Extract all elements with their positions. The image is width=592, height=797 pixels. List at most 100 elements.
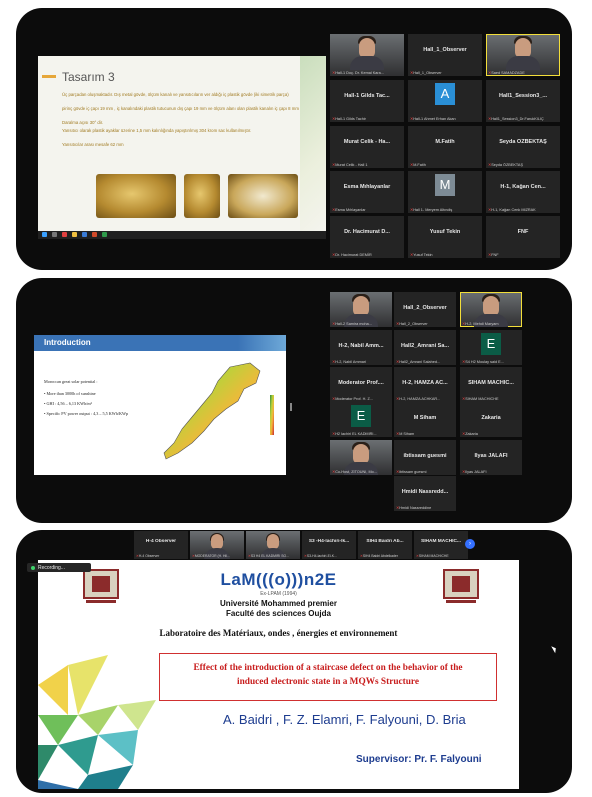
participant-tile[interactable]: Zakaria Zakaria: [460, 402, 522, 437]
participant-label: Seyda ÖZBEKTAŞ: [488, 162, 523, 167]
participant-name: Zakaria: [481, 415, 501, 421]
participant-video: [353, 296, 369, 316]
participant-tile[interactable]: Hall_1_Observer Hall_1_Observer: [408, 34, 482, 76]
avatar: E: [351, 405, 371, 427]
participant-name: Hall2_Amrani Sa...: [401, 343, 449, 349]
participant-tile[interactable]: Murat Celik - Ha... Murat Celik - Hall 1: [330, 126, 404, 168]
participant-label: Co-Host, ZITOUNI, Mo...: [332, 469, 377, 474]
morocco-solar-map: [163, 362, 274, 460]
avatar: M: [435, 174, 455, 196]
participant-tile[interactable]: FNF FNF: [486, 216, 560, 258]
participant-tile[interactable]: Dr. Hacimurat D... Dr. Hacimurat DEMİR: [330, 216, 404, 258]
participant-label: SIH4 Baidri Abdelkader: [360, 554, 398, 558]
participant-name: SIHAM MACHIC...: [421, 539, 461, 544]
map-legend-bar: [270, 395, 274, 435]
participant-name: H-2, HAMZA AC...: [402, 380, 448, 386]
folder-icon[interactable]: [72, 232, 77, 237]
participant-tile[interactable]: A Hall-1 Ahmet Erhan Akan: [408, 80, 482, 122]
app-icon[interactable]: [102, 232, 107, 237]
participant-tile[interactable]: H-2, Mehdi Maryam: [460, 292, 522, 327]
participant-label: M.Fatih: [410, 162, 426, 167]
participant-label: Hmidi Nassreddine: [396, 505, 431, 510]
shared-slide-introduction: Introduction Moroccan great solar potent…: [34, 335, 286, 475]
zoom-window-hall-2: Introduction Moroccan great solar potent…: [16, 278, 572, 523]
participant-tile[interactable]: Hmidi Nassredd... Hmidi Nassreddine: [394, 476, 456, 511]
participant-name: Hall_1_Observer: [423, 47, 467, 53]
participant-tile[interactable]: E S4 H2 Moulay said E...: [460, 330, 522, 365]
participant-label: Hall1_Session3_Dr.FarukKILIÇ: [488, 116, 544, 121]
participant-tile[interactable]: Moderator Prof.... Moderator Prof. H. Z..…: [330, 367, 392, 402]
zoom-window-hall-4: H-4 Observer H-4 Observer MODERATOR (H. Hi…: [16, 530, 572, 793]
participant-tile[interactable]: SIHAM MACHIC... SIHAM MACHICHE: [414, 531, 468, 559]
participant-tile[interactable]: S3 H4 EL KADMIRI SO...: [246, 531, 300, 559]
participant-tile[interactable]: Hall2_Amrani Sa... Hall2_Amrani Salahed..…: [394, 330, 456, 365]
participant-tile[interactable]: Hall1_Session3_... Hall1_Session3_Dr.Faru…: [486, 80, 560, 122]
lab-logo: LaM(((o)))n2E: [220, 570, 337, 589]
participant-label: Moderator Prof. H. Z...: [332, 396, 373, 401]
participant-tile[interactable]: ibtissam guesmi ibtissam guesmi: [394, 440, 456, 475]
participant-tile[interactable]: Hall_2_Observer Hall_2_Observer: [394, 292, 456, 327]
participant-tile[interactable]: H-4 Observer H-4 Observer: [134, 531, 188, 559]
search-icon[interactable]: [52, 232, 57, 237]
participant-name: Ilyas JALAFI: [474, 453, 508, 459]
participant-tile[interactable]: E H2 lachiri EL KADMIRI...: [330, 402, 392, 437]
participant-tile[interactable]: H-1, Kağan Cen... H-1, Kağan Cenk MIZRAK: [486, 171, 560, 213]
participant-tile[interactable]: Hall-1 Doç. Dr. Kemal Kara...: [330, 34, 404, 76]
windows-start-icon[interactable]: [42, 232, 47, 237]
participant-name: Hall1_Session3_...: [499, 93, 547, 99]
participant-tile[interactable]: Saed SAMADZADE: [486, 34, 560, 76]
participant-label: Hall-2 Samira moha...: [332, 321, 372, 326]
scrollbar[interactable]: [290, 403, 292, 411]
participant-name: Moderator Prof....: [338, 380, 384, 386]
participant-tile[interactable]: M Siham M Siham: [394, 402, 456, 437]
participant-label: Yusuf Tekin: [410, 252, 432, 257]
recording-dot-icon: [31, 565, 35, 570]
participant-video: [267, 534, 279, 549]
participant-name: Esma Mıhlayanlar: [343, 184, 391, 190]
participant-video: [353, 444, 369, 464]
participant-label: H2 lachiri EL KADMIRI...: [332, 431, 376, 436]
authors: A. Baidri , F. Z. Elamri, F. Falyouni, D…: [223, 712, 466, 727]
participant-name: Murat Celik - Ha...: [343, 139, 391, 145]
brass-part-photo: [96, 174, 176, 218]
app-icon[interactable]: [62, 232, 67, 237]
participant-tile[interactable]: Seyda ÖZBEKTAŞ Seyda ÖZBEKTAŞ: [486, 126, 560, 168]
slide-header: Introduction: [34, 335, 286, 351]
participant-tile[interactable]: S3 -H4-lachiri-lk... S3-H4-lachiri-El-K..…: [302, 531, 356, 559]
participant-label: SIHAM MACHICHE: [462, 396, 498, 401]
talk-title-line: induced electronic state in a MQWs Struc…: [237, 677, 419, 687]
recording-indicator[interactable]: Recording...: [27, 563, 91, 572]
next-page-button[interactable]: ›: [465, 539, 475, 549]
participant-label: S3 H4 EL KADMIRI SO...: [248, 554, 289, 558]
participant-tile[interactable]: H-2, Nabil Amm... H-2, Nabil Ammari: [330, 330, 392, 365]
geometric-decoration: [38, 655, 156, 789]
screenshot-collage: Tasarım 3 Üç parçadan oluşmaktadır. Dış …: [0, 0, 592, 797]
participant-tile[interactable]: M Hall 1- Meryem Altındiş: [408, 171, 482, 213]
slide-line: Moroccan great solar potential :: [44, 379, 98, 384]
participant-tile[interactable]: H-2, HAMZA AC... H-2, HAMZA ACHKAR...: [394, 367, 456, 402]
app-icon[interactable]: [82, 232, 87, 237]
participant-tile[interactable]: SIHAM MACHIC... SIHAM MACHICHE: [460, 367, 522, 402]
participant-video: [506, 56, 540, 70]
participant-tile[interactable]: Yusuf Tekin Yusuf Tekin: [408, 216, 482, 258]
participant-label: H-2, HAMZA ACHKAR...: [396, 396, 440, 401]
participant-tile[interactable]: Co-Host, ZITOUNI, Mo...: [330, 440, 392, 475]
map-shape: [163, 362, 261, 460]
participant-label: Esma Mıhlayanlar: [332, 207, 365, 212]
participant-tile[interactable]: Hall-1 Gilds Tac... Hall-1 Gilds Tachir: [330, 80, 404, 122]
participant-name: M Siham: [413, 415, 437, 421]
participant-label: Hall 1- Meryem Altındiş: [410, 207, 452, 212]
participant-label: H-1, Kağan Cenk MIZRAK: [488, 207, 536, 212]
participant-tile[interactable]: Hall-2 Samira moha...: [330, 292, 392, 327]
slide-header-accent: [238, 335, 286, 351]
participant-label: H-2, Mehdi Maryam: [462, 321, 498, 326]
participant-tile[interactable]: Ilyas JALAFI Ilyas JALAFI: [460, 440, 522, 475]
participant-tile[interactable]: Esma Mıhlayanlar Esma Mıhlayanlar: [330, 171, 404, 213]
participant-label: Hall_1_Observer: [410, 70, 442, 75]
participant-tile[interactable]: SIH4 Baidri Ab... SIH4 Baidri Abdelkader: [358, 531, 412, 559]
slide-bullet: Daralma açısı 30° dir.: [62, 120, 104, 125]
participant-tile[interactable]: M.Fatih M.Fatih: [408, 126, 482, 168]
participant-tile[interactable]: MODERATOR (H. Hil...: [190, 531, 244, 559]
participant-name: Dr. Hacimurat D...: [344, 229, 390, 235]
app-icon[interactable]: [92, 232, 97, 237]
